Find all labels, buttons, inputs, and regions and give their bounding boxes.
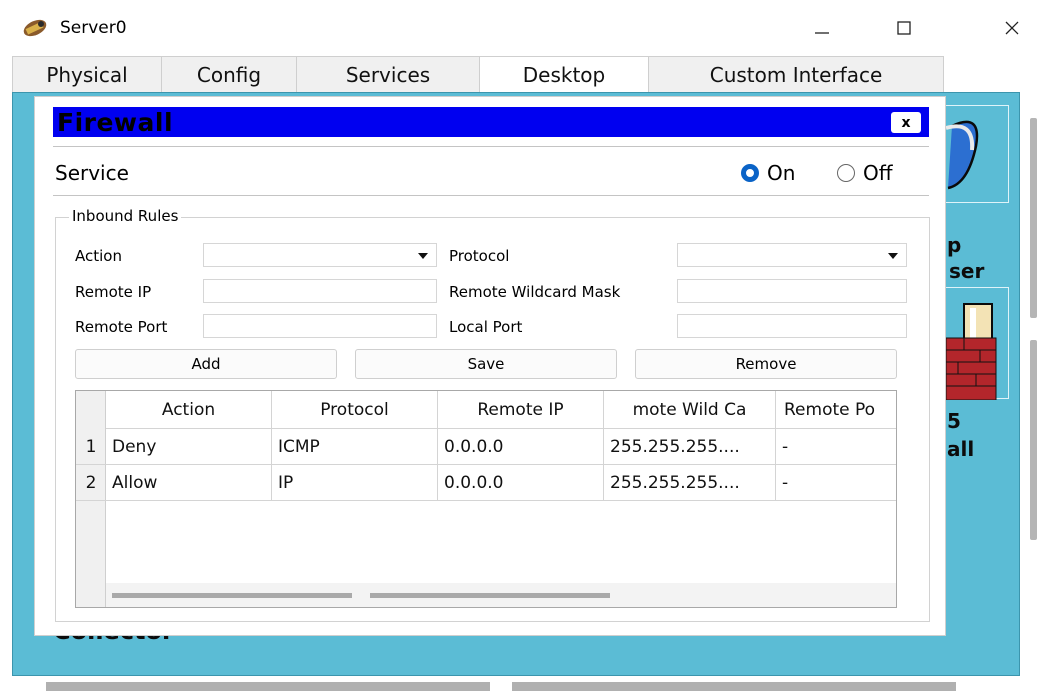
cell-remote-ip: 0.0.0.0	[438, 429, 604, 465]
save-button[interactable]: Save	[355, 349, 617, 379]
protocol-label: Protocol	[449, 247, 510, 265]
column-header-protocol[interactable]: Protocol	[272, 391, 438, 429]
firewall-icon	[945, 303, 997, 401]
vertical-scrollbar-bottom[interactable]	[1030, 340, 1037, 540]
tab-desktop[interactable]: Desktop	[479, 56, 649, 92]
tab-physical[interactable]: Physical	[12, 56, 162, 92]
remote-wildcard-mask-input[interactable]	[678, 280, 906, 302]
vertical-scrollbar-top[interactable]	[1030, 118, 1037, 318]
firewall-dialog: Firewall x Service On Off Inbound Rules …	[34, 96, 946, 636]
cell-action: Deny	[106, 429, 272, 465]
service-divider	[53, 195, 929, 196]
firewall-app-tile[interactable]	[943, 287, 1009, 401]
chevron-down-icon	[888, 253, 898, 259]
add-button[interactable]: Add	[75, 349, 337, 379]
service-on-radio[interactable]	[741, 164, 759, 182]
column-header-remote-ip[interactable]: Remote IP	[438, 391, 604, 429]
web-browser-icon	[945, 120, 979, 190]
remote-wildcard-mask-field[interactable]	[677, 279, 907, 303]
horizontal-scrollbar-right[interactable]	[512, 682, 956, 691]
remote-wildcard-mask-label: Remote Wildcard Mask	[449, 283, 621, 301]
service-off-label: Off	[863, 161, 893, 185]
cell-remote-wildcard-mask: 255.255.255....	[604, 429, 776, 465]
service-label: Service	[55, 161, 129, 185]
cell-remote-wildcard-mask: 255.255.255....	[604, 465, 776, 501]
remove-button[interactable]: Remove	[635, 349, 897, 379]
column-header-action[interactable]: Action	[106, 391, 272, 429]
firewall-header: Firewall x	[53, 107, 929, 137]
tab-config[interactable]: Config	[161, 56, 297, 92]
service-off-radio[interactable]	[837, 164, 855, 182]
scrollbar-thumb[interactable]	[370, 593, 610, 598]
local-port-input[interactable]	[678, 315, 906, 337]
cell-remote-ip: 0.0.0.0	[438, 465, 604, 501]
remote-ip-label: Remote IP	[75, 283, 152, 301]
main-tabs: Physical Config Services Desktop Custom …	[12, 56, 944, 92]
horizontal-scrollbar-left[interactable]	[46, 682, 490, 691]
desktop-label-p: p	[947, 233, 962, 257]
minimize-icon[interactable]	[802, 12, 842, 44]
row-number: 1	[85, 437, 97, 457]
protocol-select[interactable]	[677, 243, 907, 267]
cell-protocol: IP	[272, 465, 438, 501]
remote-ip-input[interactable]	[204, 280, 436, 302]
row-number: 2	[85, 473, 97, 493]
window-title: Server0	[60, 18, 127, 38]
window-title-bar: Server0	[0, 0, 1037, 56]
scrollbar-thumb[interactable]	[112, 593, 352, 598]
cell-remote-port: -	[782, 437, 789, 457]
remote-port-input[interactable]	[204, 315, 436, 337]
server-icon	[20, 16, 50, 40]
cell-protocol: ICMP	[272, 429, 438, 465]
tab-services[interactable]: Services	[296, 56, 480, 92]
rules-table: Action Protocol Remote IP mote Wild Ca R…	[75, 390, 897, 608]
firewall-close-button[interactable]: x	[891, 112, 921, 133]
action-select[interactable]	[203, 243, 437, 267]
cell-action: Allow	[106, 465, 272, 501]
remote-ip-field[interactable]	[203, 279, 437, 303]
header-divider	[53, 146, 929, 147]
table-row[interactable]: 1 Deny ICMP 0.0.0.0 255.255.255.... -	[76, 429, 896, 465]
service-on-label: On	[767, 161, 796, 185]
column-header-remote-port[interactable]: Remote Po	[776, 391, 896, 429]
table-row[interactable]: 2 Allow IP 0.0.0.0 255.255.255.... -	[76, 465, 896, 501]
desktop-label-5: 5	[947, 409, 961, 433]
local-port-field[interactable]	[677, 314, 907, 338]
web-browser-app-tile[interactable]	[943, 105, 1009, 203]
firewall-title: Firewall	[57, 108, 174, 137]
chevron-down-icon	[418, 253, 428, 259]
desktop-label-all: all	[947, 437, 975, 461]
cell-remote-port: -	[782, 473, 789, 493]
remote-port-field[interactable]	[203, 314, 437, 338]
local-port-label: Local Port	[449, 318, 523, 336]
inbound-rules-title: Inbound Rules	[69, 207, 182, 225]
table-horizontal-scrollbar[interactable]	[106, 583, 896, 607]
tab-custom-interface[interactable]: Custom Interface	[648, 56, 944, 92]
desktop-label-ser: ser	[949, 259, 985, 283]
remote-port-label: Remote Port	[75, 318, 168, 336]
close-icon[interactable]	[992, 12, 1032, 44]
maximize-icon[interactable]	[884, 12, 924, 44]
action-label: Action	[75, 247, 122, 265]
column-header-remote-wildcard-mask[interactable]: mote Wild Ca	[604, 391, 776, 429]
